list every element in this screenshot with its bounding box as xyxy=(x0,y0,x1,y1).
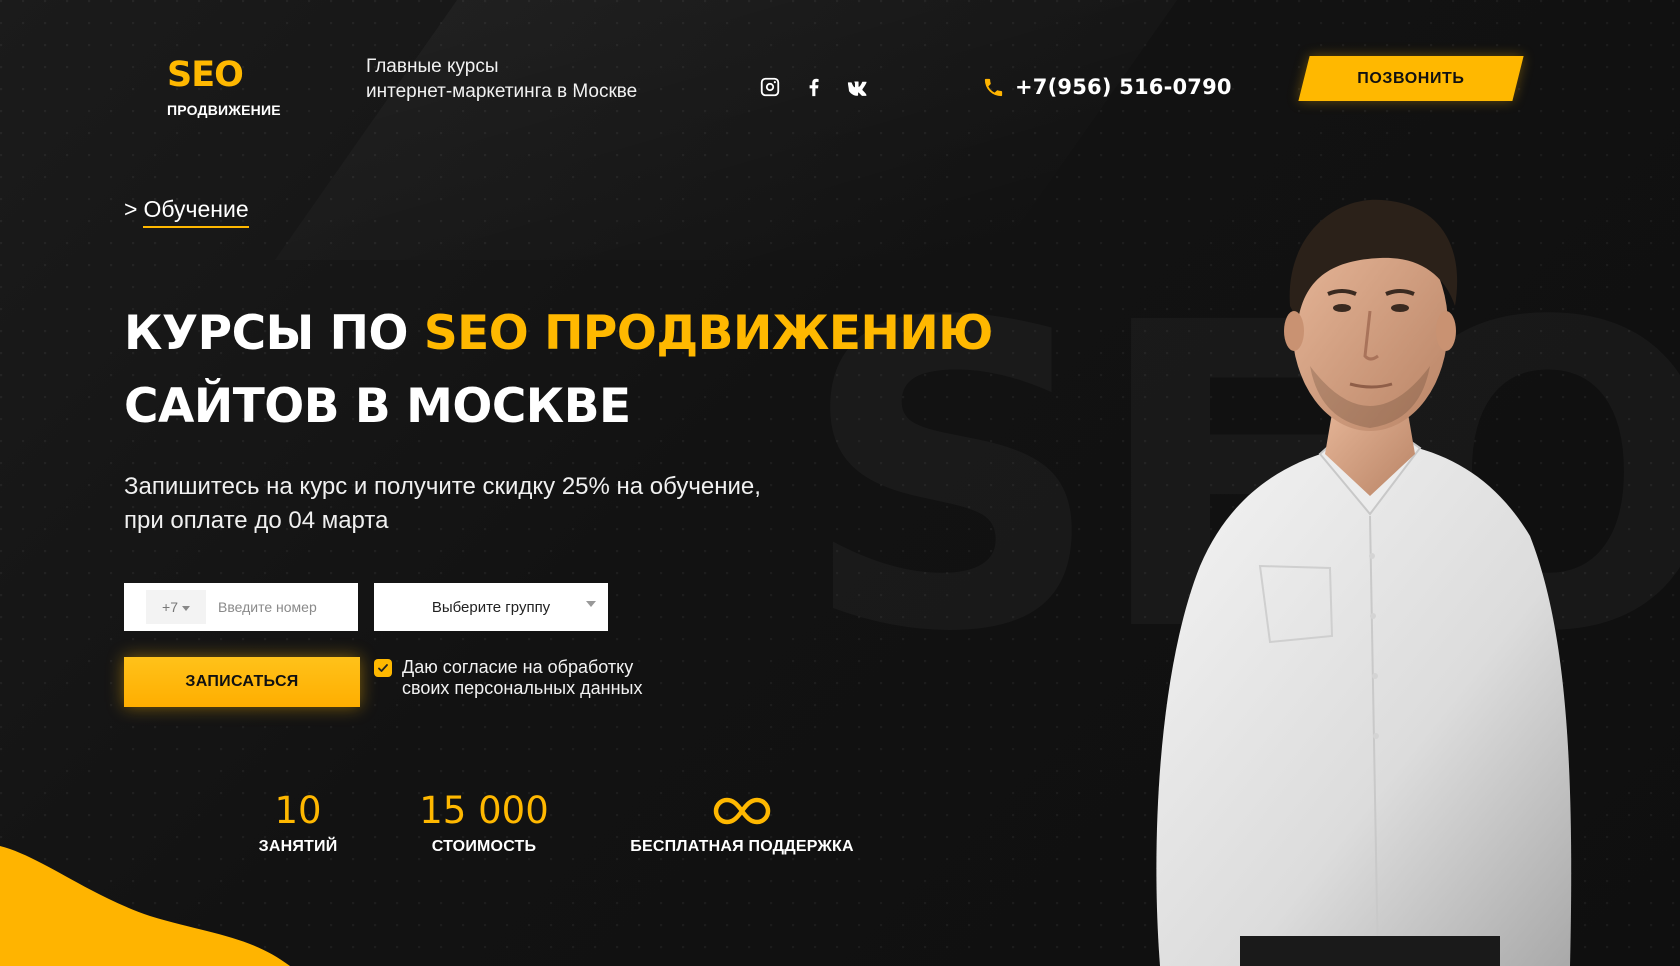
consent-block: Даю согласие на обработку своих персонал… xyxy=(374,657,692,699)
stat-value: 10 xyxy=(274,789,322,832)
subtitle-line1: Запишитесь на курс и получите скидку 25%… xyxy=(124,473,761,500)
vk-icon[interactable] xyxy=(846,75,870,99)
page-title: КУРСЫ ПО SEO ПРОДВИЖЕНИЮ САЙТОВ В МОСКВЕ xyxy=(124,297,993,443)
hero-subtitle: Запишитесь на курс и получите скидку 25%… xyxy=(124,470,884,538)
headline-line2: САЙТОВ В МОСКВЕ xyxy=(124,379,631,434)
logo[interactable]: SEO ПРОДВИЖЕНИЕ xyxy=(167,55,281,119)
stat-value: 15 000 xyxy=(419,789,549,832)
facebook-icon[interactable] xyxy=(802,75,826,99)
country-code-value: +7 xyxy=(162,599,178,615)
stat-label: ЗАНЯТИЙ xyxy=(258,838,338,855)
social-links xyxy=(758,75,870,99)
group-select-value: Выберите группу xyxy=(431,598,551,616)
stat-support: БЕСПЛАТНАЯ ПОДДЕРЖКА xyxy=(620,790,864,856)
header-phone[interactable]: +7(956) 516-0790 xyxy=(982,75,1232,99)
phone-number: +7(956) 516-0790 xyxy=(1015,75,1232,99)
call-button-label: ПОЗВОНИТЬ xyxy=(1357,69,1465,87)
headline-line1: КУРСЫ ПО SEO ПРОДВИЖЕНИЮ xyxy=(124,297,993,370)
phone-input[interactable] xyxy=(218,599,348,615)
instructor-photo xyxy=(1120,196,1600,966)
logo-sub-text: ПРОДВИЖЕНИЕ xyxy=(167,102,281,118)
breadcrumb-link-training[interactable]: Обучение xyxy=(143,196,249,228)
consent-checkbox[interactable] xyxy=(374,659,392,677)
chevron-down-icon xyxy=(586,601,596,607)
headline-accent: SEO ПРОДВИЖЕНИЮ xyxy=(423,306,994,361)
stat-label: СТОИМОСТЬ xyxy=(431,838,537,855)
stat-lessons: 10 ЗАНЯТИЙ xyxy=(248,790,348,856)
tagline-line2: интернет-маркетинга в Москве xyxy=(366,81,638,102)
stat-price: 15 000 СТОИМОСТЬ xyxy=(404,790,564,856)
header-tagline: Главные курсы интернет-маркетинга в Моск… xyxy=(366,54,637,104)
stat-label: БЕСПЛАТНАЯ ПОДДЕРЖКА xyxy=(630,838,854,855)
logo-main-text: SEO xyxy=(167,55,244,95)
consent-label: Даю согласие на обработку своих персонал… xyxy=(402,657,692,699)
breadcrumb: > Обучение xyxy=(124,196,249,228)
headline-part1: КУРСЫ ПО xyxy=(124,306,424,361)
checkmark-icon xyxy=(378,664,388,672)
signup-button[interactable]: ЗАПИСАТЬСЯ xyxy=(124,657,360,707)
instagram-icon[interactable] xyxy=(758,75,782,99)
phone-field: +7 xyxy=(124,583,358,631)
subtitle-line2: при оплате до 04 марта xyxy=(124,507,389,534)
phone-icon xyxy=(982,76,1005,99)
group-select[interactable]: Выберите группу xyxy=(374,583,608,631)
tagline-line1: Главные курсы xyxy=(366,56,499,77)
consent-line2: своих персональных данных xyxy=(402,678,643,698)
breadcrumb-arrow: > xyxy=(124,196,138,222)
consent-line1: Даю согласие на обработку xyxy=(402,657,634,677)
infinity-icon xyxy=(620,790,864,832)
country-code-select[interactable]: +7 xyxy=(146,590,206,624)
call-button[interactable]: ПОЗВОНИТЬ xyxy=(1298,56,1524,101)
chevron-down-icon xyxy=(181,606,190,611)
